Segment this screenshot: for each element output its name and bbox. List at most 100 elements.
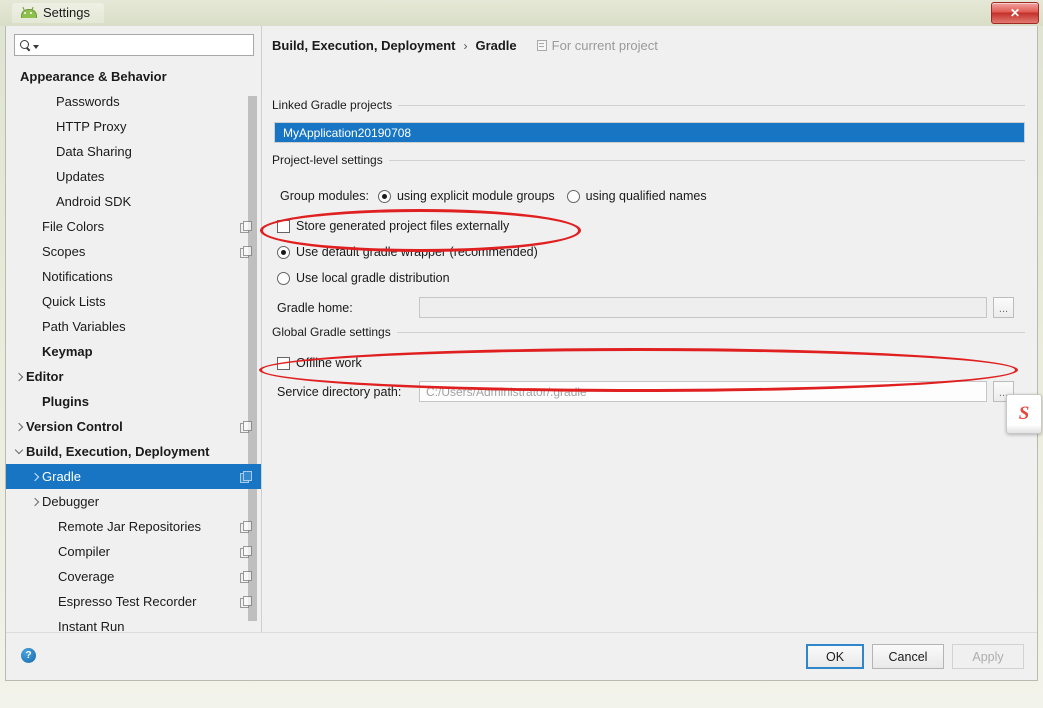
chevron-right-icon[interactable] xyxy=(12,424,26,430)
sidebar-item-label: Quick Lists xyxy=(42,294,251,309)
service-directory-input[interactable]: C:/Users/Administrator/.gradle xyxy=(419,381,987,402)
checkbox-store-generated-files-label[interactable]: Store generated project files externally xyxy=(296,219,509,233)
breadcrumb-separator-icon: › xyxy=(463,39,467,53)
linked-projects-list[interactable]: MyApplication20190708 xyxy=(274,122,1025,143)
store-external-row: Store generated project files externally xyxy=(277,219,509,233)
sidebar-item-label: Coverage xyxy=(58,569,240,584)
sidebar-item-label: Data Sharing xyxy=(56,144,251,159)
service-directory-row: Service directory path: C:/Users/Adminis… xyxy=(277,381,1025,402)
apply-button[interactable]: Apply xyxy=(952,644,1024,669)
chevron-down-icon[interactable] xyxy=(12,450,26,453)
sidebar-item-label: File Colors xyxy=(42,219,240,234)
radio-explicit-module-groups-label[interactable]: using explicit module groups xyxy=(397,189,555,203)
copy-settings-icon[interactable] xyxy=(240,521,251,532)
breadcrumb-root[interactable]: Build, Execution, Deployment xyxy=(272,38,455,53)
sidebar-item-appearance-behavior[interactable]: Appearance & Behavior xyxy=(6,64,261,89)
group-divider xyxy=(397,332,1025,333)
screenshot-tool-icon[interactable]: S xyxy=(1006,394,1042,434)
chevron-right-icon[interactable] xyxy=(28,474,42,480)
copy-settings-icon[interactable] xyxy=(240,421,251,432)
group-linked-projects-label: Linked Gradle projects xyxy=(272,98,392,112)
sidebar-item-instant-run[interactable]: Instant Run xyxy=(6,614,261,633)
ok-button[interactable]: OK xyxy=(806,644,864,669)
sidebar-item-label: Version Control xyxy=(26,419,240,434)
copy-settings-icon[interactable] xyxy=(240,546,251,557)
sidebar-item-android-sdk[interactable]: Android SDK xyxy=(6,189,261,214)
sidebar-item-version-control[interactable]: Version Control xyxy=(6,414,261,439)
breadcrumb: Build, Execution, Deployment › Gradle Fo… xyxy=(272,38,658,53)
search-box[interactable] xyxy=(14,34,254,56)
sidebar-item-label: Keymap xyxy=(42,344,251,359)
sidebar-item-file-colors[interactable]: File Colors xyxy=(6,214,261,239)
default-wrapper-row: Use default gradle wrapper (recommended) xyxy=(277,245,538,259)
window-titlebar: Settings ✕ xyxy=(0,0,1043,26)
sidebar-item-editor[interactable]: Editor xyxy=(6,364,261,389)
sidebar-item-scopes[interactable]: Scopes xyxy=(6,239,261,264)
sidebar-item-passwords[interactable]: Passwords xyxy=(6,89,261,114)
sidebar-item-plugins[interactable]: Plugins xyxy=(6,389,261,414)
screenshot-tool-letter: S xyxy=(1019,403,1030,425)
sidebar-item-path-variables[interactable]: Path Variables xyxy=(6,314,261,339)
window-title-tab: Settings xyxy=(12,3,104,23)
chevron-right-icon[interactable] xyxy=(12,374,26,380)
radio-local-gradle-distribution-label[interactable]: Use local gradle distribution xyxy=(296,271,450,285)
radio-default-gradle-wrapper-label[interactable]: Use default gradle wrapper (recommended) xyxy=(296,245,538,259)
service-directory-label: Service directory path: xyxy=(277,385,419,399)
checkbox-store-generated-files[interactable] xyxy=(277,220,290,233)
window-title: Settings xyxy=(43,5,90,20)
group-project-level: Project-level settings xyxy=(272,153,1025,167)
radio-qualified-names[interactable] xyxy=(567,190,580,203)
radio-qualified-names-label[interactable]: using qualified names xyxy=(586,189,707,203)
radio-default-gradle-wrapper[interactable] xyxy=(277,246,290,259)
sidebar-item-label: HTTP Proxy xyxy=(56,119,251,134)
close-window-button[interactable]: ✕ xyxy=(991,2,1039,24)
sidebar-item-notifications[interactable]: Notifications xyxy=(6,264,261,289)
group-global-settings: Global Gradle settings xyxy=(272,325,1025,339)
sidebar-item-compiler[interactable]: Compiler xyxy=(6,539,261,564)
group-global-settings-label: Global Gradle settings xyxy=(272,325,391,339)
search-icon xyxy=(20,40,31,51)
sidebar-item-label: Build, Execution, Deployment xyxy=(26,444,251,459)
screen: Settings ✕ Appe xyxy=(0,0,1043,708)
checkbox-offline-work-label[interactable]: Offline work xyxy=(296,356,362,370)
sidebar-item-label: Editor xyxy=(26,369,251,384)
dialog-footer: ? OK Cancel Apply xyxy=(6,632,1037,680)
gradle-home-input[interactable] xyxy=(419,297,987,318)
cancel-button[interactable]: Cancel xyxy=(872,644,944,669)
sidebar-item-label: Path Variables xyxy=(42,319,251,334)
chevron-right-icon[interactable] xyxy=(28,499,42,505)
group-linked-projects: Linked Gradle projects xyxy=(272,98,1025,112)
sidebar-item-updates[interactable]: Updates xyxy=(6,164,261,189)
dialog-content: Appearance & BehaviorPasswords HTTP Proxy… xyxy=(6,26,1037,633)
copy-settings-icon[interactable] xyxy=(240,471,251,482)
search-icon-group xyxy=(15,40,39,51)
sidebar-item-label: Plugins xyxy=(42,394,251,409)
copy-settings-icon[interactable] xyxy=(240,221,251,232)
list-item[interactable]: MyApplication20190708 xyxy=(275,123,1024,142)
gradle-home-browse-button[interactable]: ... xyxy=(993,297,1014,318)
copy-settings-icon[interactable] xyxy=(240,596,251,607)
sidebar-item-keymap[interactable]: Keymap xyxy=(6,339,261,364)
group-project-level-label: Project-level settings xyxy=(272,153,383,167)
copy-settings-icon[interactable] xyxy=(240,246,251,257)
settings-dialog: Appearance & BehaviorPasswords HTTP Proxy… xyxy=(5,26,1038,681)
sidebar-item-gradle[interactable]: Gradle xyxy=(6,464,261,489)
checkbox-offline-work[interactable] xyxy=(277,357,290,370)
search-input[interactable] xyxy=(39,35,253,55)
sidebar-item-espresso-test-recorder[interactable]: Espresso Test Recorder xyxy=(6,589,261,614)
sidebar-item-remote-jar-repositories[interactable]: Remote Jar Repositories xyxy=(6,514,261,539)
help-icon[interactable]: ? xyxy=(21,648,36,663)
copy-settings-icon[interactable] xyxy=(240,571,251,582)
sidebar-item-debugger[interactable]: Debugger xyxy=(6,489,261,514)
sidebar-item-coverage[interactable]: Coverage xyxy=(6,564,261,589)
sidebar-item-quick-lists[interactable]: Quick Lists xyxy=(6,289,261,314)
sidebar-item-data-sharing[interactable]: Data Sharing xyxy=(6,139,261,164)
radio-explicit-module-groups[interactable] xyxy=(378,190,391,203)
sidebar-item-label: Remote Jar Repositories xyxy=(58,519,240,534)
sidebar-item-http-proxy[interactable]: HTTP Proxy xyxy=(6,114,261,139)
scope-note: For current project xyxy=(537,38,658,53)
sidebar-item-label: Android SDK xyxy=(56,194,251,209)
sidebar-item-build-execution-deployment[interactable]: Build, Execution, Deployment xyxy=(6,439,261,464)
sidebar-item-label: Notifications xyxy=(42,269,251,284)
radio-local-gradle-distribution[interactable] xyxy=(277,272,290,285)
